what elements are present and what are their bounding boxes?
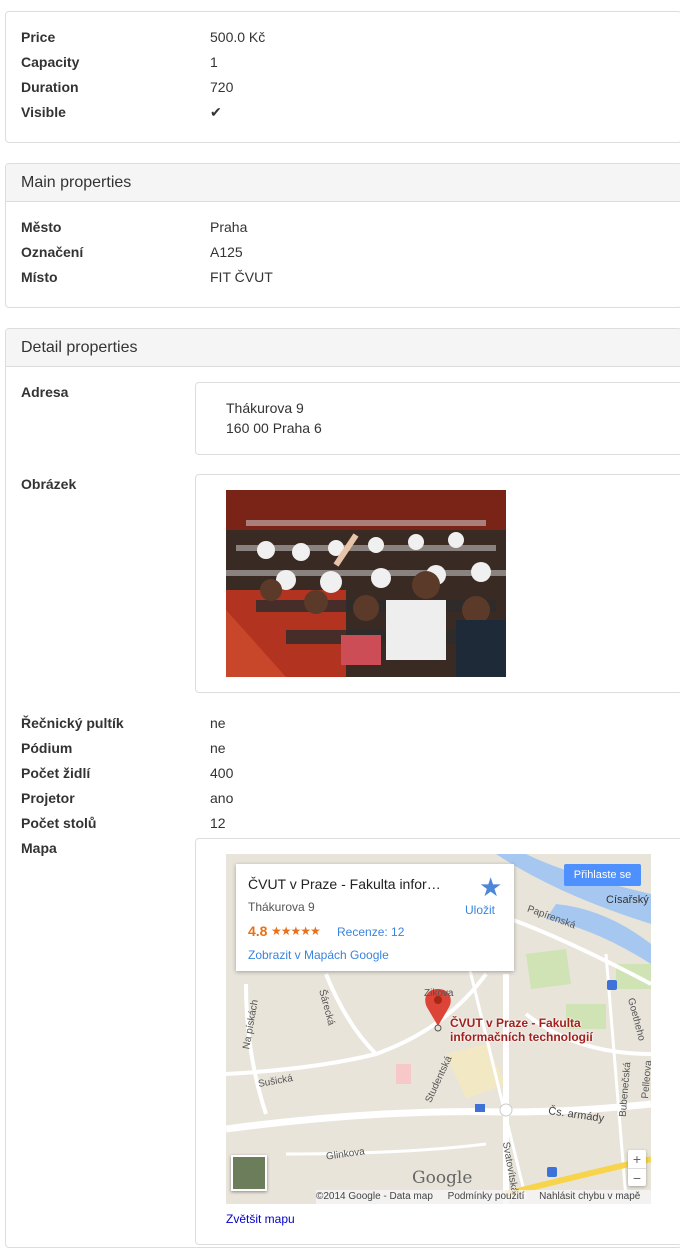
info-card-address: Thákurova 9 <box>248 900 315 914</box>
view-in-google-maps-link[interactable]: Zobrazit v Mapách Google <box>248 948 389 962</box>
obrazek-label: Obrázek <box>21 476 77 492</box>
misto-value: FIT ČVUT <box>210 269 273 285</box>
pocet-stolu-label: Počet stolů <box>21 815 97 831</box>
zoom-in-button[interactable]: + <box>628 1150 646 1168</box>
mesto-label: Město <box>21 219 62 235</box>
price-label: Price <box>21 29 56 45</box>
capacity-row: Capacity 1 <box>21 52 421 72</box>
lecture-hall-photo <box>226 490 506 677</box>
adresa-row: Adresa <box>21 382 201 402</box>
mesto-row: Město Praha <box>21 217 421 237</box>
map-label-cisarsky: Císařský <box>606 894 649 906</box>
price-row: Price 500.0 Kč <box>21 27 421 47</box>
main-properties-heading: Main properties <box>6 164 680 202</box>
projetor-value: ano <box>210 790 234 806</box>
recnicky-pultik-row: Řečnický pultík ne <box>21 713 421 733</box>
pocet-stolu-row: Počet stolů 12 <box>21 813 421 833</box>
podium-value: ne <box>210 740 226 756</box>
mapa-row: Mapa <box>21 838 201 858</box>
oznaceni-row: Označení A125 <box>21 242 421 262</box>
rating-stars-icon: ★★★★★ <box>271 924 321 938</box>
pocet-stolu-value: 12 <box>210 815 226 831</box>
google-logo: Google <box>412 1168 473 1188</box>
oznaceni-label: Označení <box>21 244 84 260</box>
map-place-label-line-1: ČVUT v Praze - Fakulta <box>450 1016 581 1030</box>
duration-value: 720 <box>210 79 234 95</box>
detail-properties-heading: Detail properties <box>6 329 680 367</box>
reviews-link[interactable]: Recenze: 12 <box>337 925 404 939</box>
star-icon[interactable]: ★ <box>479 872 502 903</box>
pocet-zidli-value: 400 <box>210 765 234 781</box>
recnicky-pultik-value: ne <box>210 715 226 731</box>
check-icon: ✔ <box>210 104 222 120</box>
image-box <box>195 474 680 693</box>
map-place-label: ČVUT v Praze - Fakulta informačních tech… <box>450 1016 593 1044</box>
adresa-label: Adresa <box>21 384 69 400</box>
misto-row: Místo FIT ČVUT <box>21 267 421 287</box>
main-properties-panel: Main properties Město Praha Označení A12… <box>5 163 680 308</box>
obrazek-row: Obrázek <box>21 474 201 494</box>
enlarge-map-link[interactable]: Zvětšit mapu <box>226 1212 295 1226</box>
zoom-out-button[interactable]: − <box>628 1168 646 1187</box>
price-value: 500.0 Kč <box>210 29 266 45</box>
pocet-zidli-row: Počet židlí 400 <box>21 763 421 783</box>
terms-of-use-link[interactable]: Podmínky použití <box>448 1191 525 1202</box>
mesto-value: Praha <box>210 219 248 235</box>
detail-properties-panel: Detail properties Adresa Thákurova 9 160… <box>5 328 680 1248</box>
misto-label: Místo <box>21 269 58 285</box>
recnicky-pultik-label: Řečnický pultík <box>21 715 124 731</box>
save-place-button[interactable]: Uložit <box>465 903 495 917</box>
satellite-thumbnail[interactable] <box>231 1155 267 1191</box>
sign-in-button[interactable]: Přihlaste se <box>564 864 641 886</box>
report-error-link[interactable]: Nahlásit chybu v mapě <box>539 1191 640 1202</box>
pocet-zidli-label: Počet židlí <box>21 765 91 781</box>
map-data-credit: ©2014 Google - Data map <box>316 1191 433 1202</box>
map-label-zikova: Zikova <box>424 988 454 999</box>
visible-label: Visible <box>21 104 66 120</box>
map-place-label-line-2: informačních technologií <box>450 1030 593 1044</box>
duration-row: Duration 720 <box>21 77 421 97</box>
map-box: Císařský Papírenská Na pískách Šárecká S… <box>195 838 680 1245</box>
projetor-row: Projetor ano <box>21 788 421 808</box>
capacity-label: Capacity <box>21 54 80 70</box>
duration-label: Duration <box>21 79 79 95</box>
google-map[interactable]: Císařský Papírenská Na pískách Šárecká S… <box>226 854 651 1204</box>
oznaceni-value: A125 <box>210 244 243 260</box>
map-info-card: ČVUT v Praze - Fakulta informačních tech… <box>236 864 514 971</box>
projetor-label: Projetor <box>21 790 75 806</box>
map-attribution: ©2014 Google - Data map Podmínky použití… <box>316 1190 651 1204</box>
address-box: Thákurova 9 160 00 Praha 6 <box>195 382 680 455</box>
pricing-panel: Price 500.0 Kč Capacity 1 Duration 720 V… <box>5 11 680 143</box>
info-card-rating: 4.8 <box>248 923 268 939</box>
podium-label: Pódium <box>21 740 73 756</box>
address-line-1: Thákurova 9 <box>226 400 304 416</box>
zoom-control: + − <box>628 1150 646 1186</box>
visible-row: Visible ✔ <box>21 102 421 122</box>
info-card-title: ČVUT v Praze - Fakulta informačních tech… <box>248 876 448 892</box>
capacity-value: 1 <box>210 54 218 70</box>
podium-row: Pódium ne <box>21 738 421 758</box>
mapa-label: Mapa <box>21 840 57 856</box>
address-line-2: 160 00 Praha 6 <box>226 420 322 436</box>
